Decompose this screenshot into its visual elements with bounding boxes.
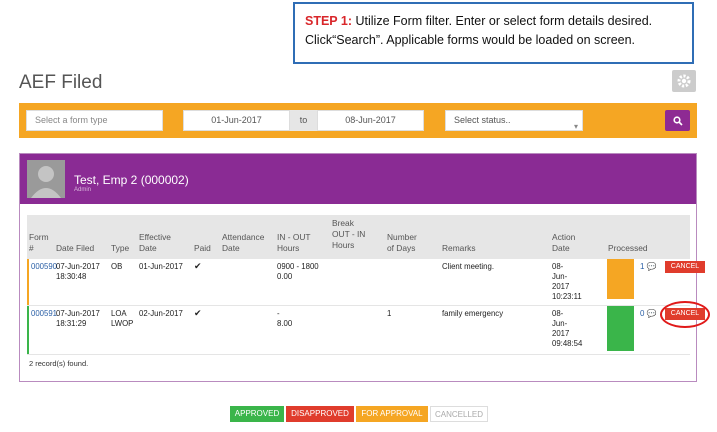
status-stripe [27,306,29,354]
comment-icon: 💬 [646,309,657,318]
legend-disapproved: DISAPPROVED [286,406,354,422]
comment-count-value: 1 [640,262,645,271]
comment-icon: 💬 [646,262,657,271]
effective-date: 02-Jun-2017 [139,309,183,318]
col-action-date: Action Date [552,232,576,253]
chevron-down-icon: ▾ [573,122,578,131]
gear-icon[interactable] [672,70,696,92]
callout-text: Utilize Form filter. Enter or select for… [305,14,653,47]
table-row: 000590 07-Jun-2017 18:30:48 OB 01-Jun-20… [27,259,705,305]
col-days: Number of Days [387,232,417,253]
employee-panel: Test, Emp 2 (000002) Admin Form # Date F… [19,153,705,382]
comment-count[interactable]: 1 💬 [640,262,657,271]
row-divider [27,354,690,355]
remarks: Client meeting. [442,262,495,271]
highlight-ellipse [660,301,710,328]
form-link[interactable]: 000590 [31,262,57,272]
in-out-hours: 0900 - 1800 0.00 [277,262,319,281]
employee-header: Test, Emp 2 (000002) Admin [20,154,696,204]
comment-count[interactable]: 0 💬 [640,309,657,318]
type: LOA LWOP [111,309,134,328]
processed-status [607,259,634,299]
type: OB [111,262,123,271]
date-to-label: to [290,110,317,131]
table-row: 000591 07-Jun-2017 18:31:29 LOA LWOP 02-… [27,306,705,354]
date-filed: 07-Jun-2017 18:30:48 [56,262,100,281]
action-date: 08- Jun- 2017 10:23:11 [552,262,582,301]
paid-check-icon: ✔ [194,308,202,318]
col-paid: Paid [194,243,211,253]
employee-name: Test, Emp 2 (000002) [74,173,189,187]
processed-status [607,306,634,351]
avatar [27,160,65,198]
date-from-input[interactable]: 01-Jun-2017 [183,110,290,131]
status-stripe [27,259,29,305]
remarks: family emergency [442,309,504,318]
col-effective-date: Effective Date [139,232,171,253]
table-header: Form # Date Filed Type Effective Date Pa… [27,215,690,259]
status-select[interactable]: Select status.. ▾ [445,110,583,131]
in-out-hours: - 8.00 [277,309,293,328]
page-title: AEF Filed [19,72,103,93]
col-type: Type [111,243,130,253]
col-in-out: IN - OUT Hours [277,232,311,253]
legend-for-approval: FOR APPROVAL [356,406,428,422]
employee-subtitle: Admin [74,187,92,193]
search-icon [672,115,683,126]
action-date: 08- Jun- 2017 09:48:54 [552,309,583,348]
search-button[interactable] [665,110,690,131]
col-processed: Processed [608,243,648,253]
days: 1 [387,309,392,318]
record-count: 2 record(s) found. [29,359,89,368]
filter-bar: Select a form type 01-Jun-2017 to 08-Jun… [19,103,697,138]
cancel-button[interactable]: CANCEL [665,261,705,273]
col-attendance-date: Attendance Date [222,232,265,253]
date-filed: 07-Jun-2017 18:31:29 [56,309,100,328]
instruction-callout: STEP 1: Utilize Form filter. Enter or se… [293,2,694,64]
status-select-label: Select status.. [454,115,511,125]
paid-check-icon: ✔ [194,261,202,271]
col-break: Break OUT - IN Hours [332,218,366,250]
effective-date: 01-Jun-2017 [139,262,183,271]
form-link[interactable]: 000591 [31,309,57,319]
legend-cancelled: CANCELLED [430,406,488,422]
form-type-input[interactable]: Select a form type [26,110,163,131]
col-form: Form # [29,232,49,253]
callout-step: STEP 1: [305,14,353,28]
legend-approved: APPROVED [230,406,284,422]
col-date-filed: Date Filed [56,243,95,253]
comment-count-value: 0 [640,309,645,318]
date-to-input[interactable]: 08-Jun-2017 [317,110,424,131]
col-remarks: Remarks [442,243,476,253]
